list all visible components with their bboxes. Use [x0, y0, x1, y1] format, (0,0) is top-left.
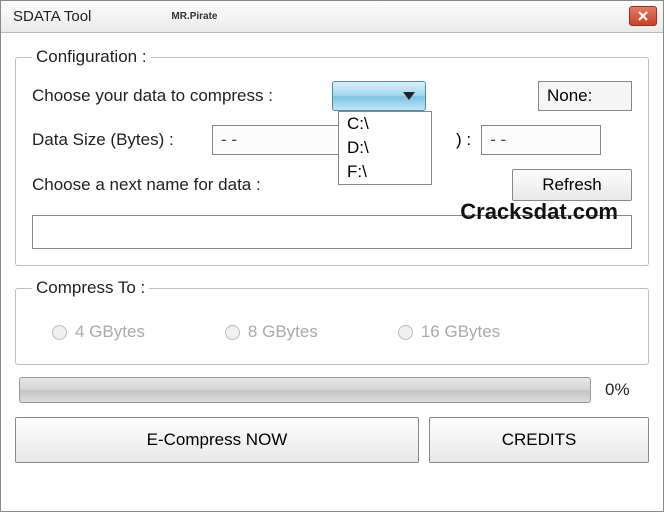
drive-option[interactable]: F:\	[339, 160, 431, 184]
drive-option[interactable]: C:\	[339, 112, 431, 136]
radio-4gb[interactable]: 4 GBytes	[52, 322, 145, 342]
size-row: Data Size (Bytes) : ) :	[32, 125, 632, 155]
progress-percent: 0%	[605, 380, 645, 400]
radio-label: 16 GBytes	[421, 322, 500, 342]
progress-row: 0%	[15, 377, 649, 417]
content-area: Configuration : Choose your data to comp…	[1, 33, 663, 477]
size-input[interactable]	[212, 125, 342, 155]
radio-icon	[52, 325, 67, 340]
radio-8gb[interactable]: 8 GBytes	[225, 322, 318, 342]
refresh-button[interactable]: Refresh	[512, 169, 632, 201]
button-row: E-Compress NOW CREDITS	[15, 417, 649, 463]
size-label: Data Size (Bytes) :	[32, 130, 202, 150]
titlebar: SDATA Tool MR.Pirate	[1, 1, 663, 33]
drive-dropdown[interactable]	[332, 81, 426, 111]
progress-bar	[19, 377, 591, 403]
chevron-down-icon	[403, 92, 415, 100]
choose-label: Choose your data to compress :	[32, 86, 322, 106]
configuration-legend: Configuration :	[32, 47, 151, 67]
choose-row: Choose your data to compress : None: C:\…	[32, 81, 632, 111]
titlebar-extra: MR.Pirate	[171, 11, 217, 22]
compress-group: Compress To : 4 GBytes 8 GBytes 16 GByte…	[15, 278, 649, 365]
radio-icon	[225, 325, 240, 340]
window-title: SDATA Tool	[7, 8, 91, 25]
paren-label: ) :	[456, 130, 471, 150]
credits-button[interactable]: CREDITS	[429, 417, 649, 463]
app-window: SDATA Tool MR.Pirate Configuration : Cho…	[0, 0, 664, 512]
name-row: Choose a next name for data : Refresh	[32, 169, 632, 201]
drive-dropdown-list: C:\ D:\ F:\	[338, 111, 432, 185]
radio-label: 4 GBytes	[75, 322, 145, 342]
drive-option[interactable]: D:\	[339, 136, 431, 160]
close-icon	[638, 11, 648, 21]
none-display: None:	[538, 81, 632, 111]
configuration-group: Configuration : Choose your data to comp…	[15, 47, 649, 266]
radio-label: 8 GBytes	[248, 322, 318, 342]
watermark-text: Cracksdat.com	[460, 199, 618, 225]
close-button[interactable]	[629, 6, 657, 26]
radio-row: 4 GBytes 8 GBytes 16 GBytes	[32, 312, 632, 348]
radio-icon	[398, 325, 413, 340]
radio-16gb[interactable]: 16 GBytes	[398, 322, 500, 342]
compress-legend: Compress To :	[32, 278, 149, 298]
paren-input[interactable]	[481, 125, 601, 155]
compress-now-button[interactable]: E-Compress NOW	[15, 417, 419, 463]
